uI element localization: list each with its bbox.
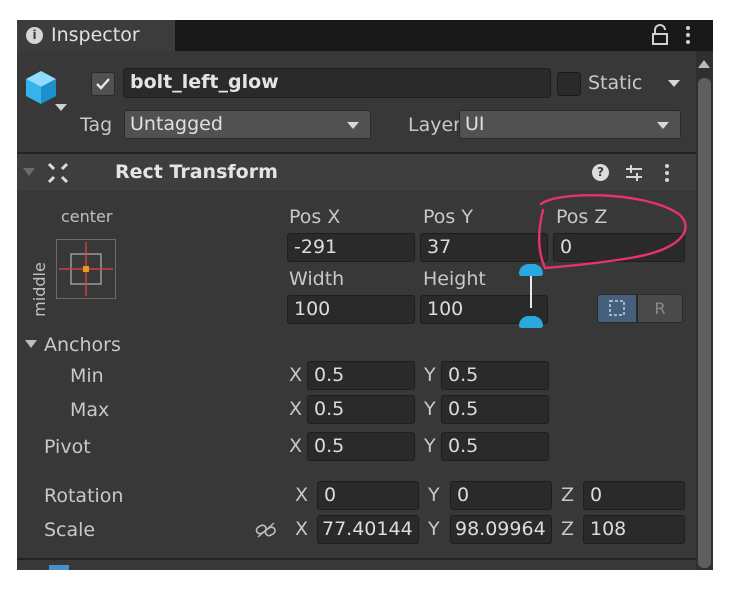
annotation-circle [537,194,687,270]
